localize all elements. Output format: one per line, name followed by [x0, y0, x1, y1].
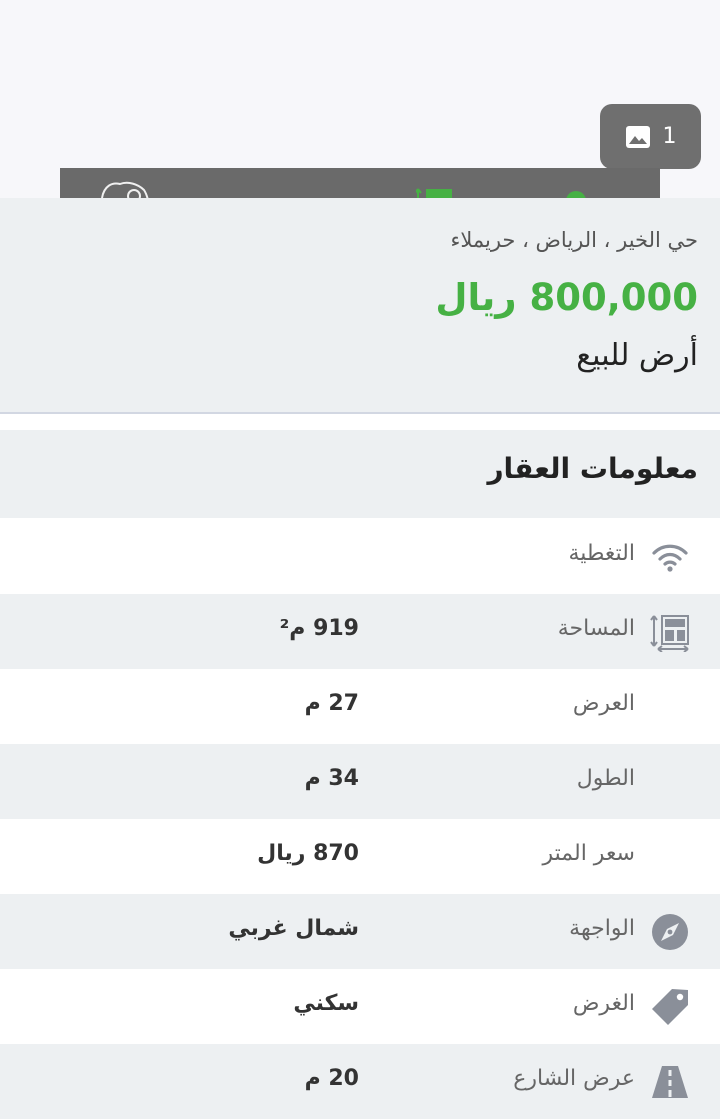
green-area-icon[interactable] — [414, 186, 456, 198]
property-info-list: التغطية المساحة 919 م² العرض 27 م الطول … — [0, 519, 720, 1119]
info-value: سكني — [293, 991, 359, 1016]
action-bar — [60, 168, 660, 198]
info-label: المساحة — [557, 616, 635, 641]
info-label: عرض الشارع — [513, 1066, 635, 1091]
info-row-meter-price: سعر المتر 870 ريال — [0, 819, 720, 894]
info-label: التغطية — [568, 541, 635, 566]
info-row-purpose: الغرض سكني — [0, 969, 720, 1044]
info-value: 20 م — [304, 1066, 359, 1091]
info-label: الغرض — [572, 991, 635, 1016]
info-row-length: الطول 34 م — [0, 744, 720, 819]
property-info-header: معلومات العقار — [0, 430, 720, 518]
listing-summary: حي الخير ، الرياض ، حريملاء 800,000 ريال… — [0, 198, 720, 414]
info-row-area: المساحة 919 م² — [0, 594, 720, 669]
listing-title: أرض للبيع — [576, 338, 698, 373]
info-label: سعر المتر — [542, 841, 636, 866]
green-circle-icon[interactable] — [564, 188, 588, 198]
photo-count-badge[interactable]: 1 — [600, 104, 701, 169]
info-row-width: العرض 27 م — [0, 669, 720, 744]
info-value: 34 م — [304, 766, 359, 791]
area-icon — [650, 612, 690, 652]
section-title: معلومات العقار — [487, 452, 698, 485]
wifi-icon — [650, 537, 690, 577]
map-outline-icon[interactable] — [98, 180, 150, 198]
listing-location: حي الخير ، الرياض ، حريملاء — [450, 228, 698, 252]
info-label: الواجهة — [569, 916, 635, 941]
compass-icon — [650, 912, 690, 952]
info-value: 870 ريال — [257, 841, 359, 866]
info-label: العرض — [572, 691, 635, 716]
info-value: شمال غربي — [228, 916, 359, 941]
photo-count: 1 — [662, 124, 677, 149]
info-value: 919 م² — [279, 616, 359, 641]
road-icon — [650, 1062, 690, 1102]
info-row-coverage: التغطية — [0, 519, 720, 594]
tag-icon — [650, 987, 690, 1027]
info-label: الطول — [576, 766, 635, 791]
info-value: 27 م — [304, 691, 359, 716]
info-row-street-width: عرض الشارع 20 م — [0, 1044, 720, 1119]
info-row-facade: الواجهة شمال غربي — [0, 894, 720, 969]
listing-price: 800,000 ريال — [435, 276, 698, 319]
image-icon — [625, 125, 651, 149]
